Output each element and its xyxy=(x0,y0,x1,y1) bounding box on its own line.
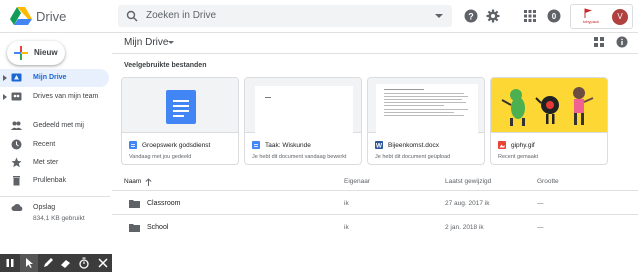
document-preview xyxy=(376,84,478,133)
file-name: Groepswerk godsdienst xyxy=(142,142,211,149)
sidebar-item-label: Mijn Drive xyxy=(33,74,67,81)
plus-icon xyxy=(14,46,28,60)
file-activity: Je hebt dit document vandaag bewerkt xyxy=(252,154,347,160)
row-size: — xyxy=(537,200,544,207)
cursor-icon[interactable] xyxy=(23,257,35,269)
sidebar-item-team-drives[interactable]: Drives van mijn team xyxy=(0,88,110,106)
sort-arrow-up-icon[interactable] xyxy=(145,178,152,186)
row-modified: 27 aug. 2017 ik xyxy=(445,200,490,207)
column-header-size[interactable]: Grootte xyxy=(537,178,559,185)
pause-icon[interactable] xyxy=(4,257,16,269)
avatar[interactable]: V xyxy=(612,9,628,25)
storage-label[interactable]: Opslag xyxy=(33,204,55,211)
sidebar-divider xyxy=(0,196,110,197)
file-card[interactable]: Taak: Wiskunde Je hebt dit document vand… xyxy=(244,77,362,165)
file-name: Bijeenkomst.docx xyxy=(388,142,439,149)
pen-icon[interactable] xyxy=(42,257,54,269)
row-modified: 2 jan. 2018 ik xyxy=(445,224,484,231)
file-thumbnail xyxy=(368,78,484,133)
grid-view-icon[interactable] xyxy=(594,37,604,47)
close-icon[interactable] xyxy=(97,257,109,269)
row-owner: ik xyxy=(344,200,349,207)
image-file-icon xyxy=(498,141,506,149)
cloud-icon xyxy=(11,204,23,211)
file-name: giphy.gif xyxy=(511,142,535,149)
file-activity: Je hebt dit document geüpload xyxy=(375,154,451,160)
sidebar-item-my-drive[interactable]: Mijn Drive xyxy=(0,69,109,87)
sidebar-item-recent[interactable]: Recent xyxy=(0,136,110,154)
people-icon xyxy=(11,121,22,130)
team-drive-icon xyxy=(11,92,22,101)
sidebar-item-trash[interactable]: Prullenbak xyxy=(0,172,110,190)
row-name: School xyxy=(147,224,169,231)
star-icon xyxy=(11,157,22,168)
search-options-icon[interactable] xyxy=(435,14,443,18)
new-button[interactable]: Nieuw xyxy=(7,41,65,65)
notifications-icon[interactable]: 0 xyxy=(547,9,561,23)
table-row[interactable]: School ik 2 jan. 2018 ik — xyxy=(112,214,638,238)
row-name: Classroom xyxy=(147,200,181,207)
sidebar-item-shared-with-me[interactable]: Gedeeld met mij xyxy=(0,117,110,135)
svg-text:?: ? xyxy=(468,12,474,22)
sidebar-item-label: Gedeeld met mij xyxy=(33,122,84,129)
sidebar-item-label: Drives van mijn team xyxy=(33,93,99,100)
column-header-name[interactable]: Naam xyxy=(124,178,141,185)
google-docs-icon xyxy=(252,141,260,149)
svg-text:W: W xyxy=(376,143,383,149)
document-preview xyxy=(255,86,353,133)
clock-icon xyxy=(11,139,22,150)
folder-icon xyxy=(129,224,140,232)
timer-icon[interactable] xyxy=(78,257,90,269)
chevron-down-icon[interactable] xyxy=(168,41,174,44)
expand-arrow-icon[interactable] xyxy=(3,75,7,81)
file-card[interactable]: Groepswerk godsdienst Vandaag met jou ge… xyxy=(121,77,239,165)
app-brand[interactable]: Drive xyxy=(36,9,66,24)
organization-logo-icon xyxy=(584,8,592,18)
drive-logo-icon[interactable] xyxy=(10,6,32,26)
apps-grid-icon[interactable] xyxy=(523,9,537,23)
sidebar-item-label: Prullenbak xyxy=(33,177,67,184)
search-icon[interactable] xyxy=(126,10,138,22)
sidebar-item-label: Met ster xyxy=(33,159,59,166)
word-doc-icon: W xyxy=(375,141,383,149)
file-activity: Recent gemaakt xyxy=(498,154,539,160)
new-button-label: Nieuw xyxy=(34,48,58,57)
quick-access-title: Veelgebruikte bestanden xyxy=(124,62,207,69)
help-icon[interactable]: ? xyxy=(464,9,478,23)
file-name: Taak: Wiskunde xyxy=(265,142,311,149)
file-thumbnail xyxy=(491,78,607,133)
header-divider xyxy=(112,53,638,54)
file-card[interactable]: giphy.gif Recent gemaakt xyxy=(490,77,608,165)
annotation-toolbar xyxy=(0,254,112,272)
info-icon[interactable] xyxy=(616,36,628,48)
gear-icon[interactable] xyxy=(486,9,500,23)
storage-used-text: 834,1 KB gebruikt xyxy=(33,215,85,222)
trash-icon xyxy=(13,176,20,186)
sidebar-item-label: Recent xyxy=(33,141,56,148)
page-title[interactable]: Mijn Drive xyxy=(124,37,168,48)
row-size: — xyxy=(537,224,544,231)
google-docs-icon xyxy=(129,141,137,149)
folder-icon xyxy=(129,200,140,208)
file-card[interactable]: W Bijeenkomst.docx Je hebt dit document … xyxy=(367,77,485,165)
file-thumbnail xyxy=(122,78,238,133)
file-thumbnail xyxy=(245,78,361,133)
table-row[interactable]: Classroom ik 27 aug. 2017 ik — xyxy=(112,190,638,214)
column-header-modified[interactable]: Laatst gewijzigd xyxy=(445,178,491,185)
google-docs-icon xyxy=(166,90,196,124)
row-owner: ik xyxy=(344,224,349,231)
drive-folder-icon xyxy=(11,73,22,82)
search-input[interactable]: Zoeken in Drive xyxy=(146,10,216,21)
sidebar-item-starred[interactable]: Met ster xyxy=(0,154,110,172)
column-header-owner[interactable]: Eigenaar xyxy=(344,178,370,185)
file-activity: Vandaag met jou gedeeld xyxy=(129,154,192,160)
svg-text:0: 0 xyxy=(552,12,557,21)
search-bar[interactable]: Zoeken in Drive xyxy=(118,5,452,27)
top-bar: Drive Zoeken in Drive ? 0 tobypack V xyxy=(0,0,638,33)
expand-arrow-icon[interactable] xyxy=(3,94,7,100)
gif-preview-image xyxy=(501,87,594,126)
eraser-icon[interactable] xyxy=(60,257,72,269)
account-switcher[interactable]: tobypack V xyxy=(570,4,633,29)
organization-text: tobypack xyxy=(583,19,600,24)
